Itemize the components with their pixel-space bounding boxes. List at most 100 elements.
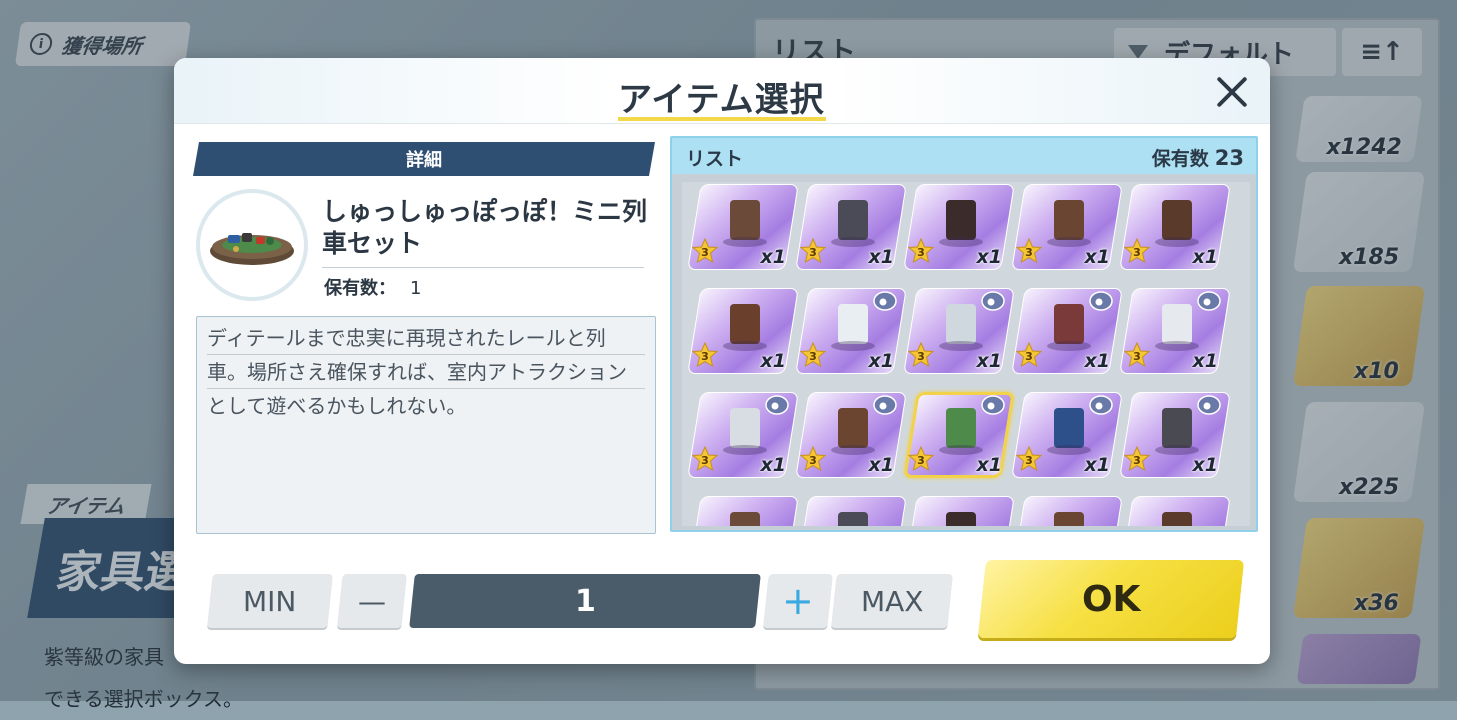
- owned-count-value: 1: [410, 278, 422, 299]
- list-item-mini-train[interactable]: 3 x1: [903, 392, 1015, 478]
- interaction-bubble-icon: [1197, 291, 1221, 311]
- rarity-star-icon: 3: [908, 342, 934, 368]
- item-art-icon: [730, 512, 760, 526]
- close-icon[interactable]: [1214, 74, 1250, 110]
- detail-tab-label: 詳細: [406, 150, 442, 171]
- rarity-value: 3: [1133, 246, 1141, 259]
- rarity-star-icon: 3: [800, 238, 826, 264]
- item-quantity: x1: [976, 350, 1002, 372]
- item-select-dialog: アイテム選択 詳細 しゅっしゅっぽっぽ！ミニ列車セット 保有数： 1 ディテールま…: [174, 58, 1270, 664]
- item-art-icon: [1054, 512, 1084, 526]
- list-title: リスト: [686, 148, 744, 170]
- rarity-star-icon: 3: [1016, 342, 1042, 368]
- rarity-value: 3: [1133, 350, 1141, 363]
- rarity-star-icon: 3: [1124, 446, 1150, 472]
- max-button-label: MAX: [860, 584, 924, 618]
- list-item-exercise-machine[interactable]: 3 x1: [1119, 288, 1231, 374]
- mini-train-icon: [196, 189, 308, 301]
- list-item-mirror-stand[interactable]: 3 x1: [687, 392, 799, 478]
- list-item-retro-tv[interactable]: 3 x1: [1119, 392, 1231, 478]
- item-art-icon: [946, 512, 976, 526]
- title-underline: [618, 117, 826, 121]
- item-quantity: x1: [1084, 350, 1110, 372]
- item-grid[interactable]: 3 x1 3 x1 3 x1 3 x1 3 x1 3 x1 3 x1 3 x1 3 x1 3 x1 3 x1 3 x1 3 x1 3…: [682, 182, 1250, 526]
- item-quantity: x1: [1192, 350, 1218, 372]
- item-list-panel: リスト 保有数 23 3 x1 3 x1 3 x1 3 x1 3 x1 3 x1 3 x1 3 x1 3 x1 3 x1…: [670, 136, 1258, 532]
- rarity-star-icon: 3: [908, 446, 934, 472]
- dialog-title: アイテム選択: [618, 80, 825, 120]
- rarity-value: 3: [701, 454, 709, 467]
- item-quantity: x1: [1192, 246, 1218, 268]
- list-item-bench-table[interactable]: 3 x1: [903, 288, 1015, 374]
- item-art-icon: [1162, 512, 1192, 526]
- divider: [322, 267, 644, 268]
- list-item-jukebox[interactable]: 3 x1: [795, 392, 907, 478]
- arched-window-icon: [1047, 200, 1091, 247]
- bird-statue-icon: [831, 200, 875, 247]
- rarity-value: 3: [809, 350, 817, 363]
- item-art-icon: [838, 512, 868, 526]
- list-item-tall-cabinet[interactable]: 3 x1: [687, 288, 799, 374]
- interaction-bubble-icon: [765, 395, 789, 415]
- list-item-speaker-set[interactable]: 3 x1: [1011, 392, 1123, 478]
- description-line: 車。場所さえ確保すれば、室内アトラクション: [207, 355, 645, 389]
- item-quantity: x1: [1084, 454, 1110, 476]
- quantity-field[interactable]: 1: [409, 574, 761, 628]
- rarity-star-icon: 3: [692, 446, 718, 472]
- rarity-value: 3: [701, 246, 709, 259]
- list-item-partial[interactable]: [1119, 496, 1231, 526]
- detail-tab: 詳細: [193, 142, 655, 176]
- description-line: として遊べるかもしれない。: [207, 394, 467, 418]
- rarity-value: 3: [917, 454, 925, 467]
- plus-icon: +: [782, 579, 814, 623]
- rarity-value: 3: [917, 246, 925, 259]
- rarity-value: 3: [1025, 246, 1033, 259]
- list-item-partial[interactable]: [687, 496, 799, 526]
- rarity-value: 3: [1133, 454, 1141, 467]
- item-quantity: x1: [868, 350, 894, 372]
- item-quantity: x1: [760, 350, 786, 372]
- rarity-value: 3: [1025, 454, 1033, 467]
- list-item-partial[interactable]: [1011, 496, 1123, 526]
- rarity-star-icon: 3: [800, 446, 826, 472]
- rarity-star-icon: 3: [692, 342, 718, 368]
- item-quantity: x1: [868, 454, 894, 476]
- list-count-label: 保有数: [1151, 148, 1209, 170]
- rarity-star-icon: 3: [800, 342, 826, 368]
- list-item-arched-window[interactable]: 3 x1: [1011, 184, 1123, 270]
- bookshelf-icon: [1155, 200, 1199, 247]
- item-quantity: x1: [1192, 454, 1218, 476]
- interaction-bubble-icon: [1089, 291, 1113, 311]
- minus-button[interactable]: —: [337, 574, 407, 628]
- min-button-label: MIN: [243, 584, 297, 618]
- list-item-painting-set[interactable]: 3 x1: [687, 184, 799, 270]
- minus-icon: —: [358, 584, 386, 618]
- rarity-value: 3: [809, 454, 817, 467]
- owned-count: 保有数： 1: [324, 274, 421, 300]
- description-line: ディテールまで忠実に再現されたレールと列: [207, 321, 645, 355]
- painting-set-icon: [723, 200, 767, 247]
- list-item-partial[interactable]: [903, 496, 1015, 526]
- rarity-star-icon: 3: [1124, 342, 1150, 368]
- list-count-value: 23: [1214, 146, 1244, 170]
- interaction-bubble-icon: [981, 291, 1005, 311]
- item-description: ディテールまで忠実に再現されたレールと列 車。場所さえ確保すれば、室内アトラクシ…: [196, 316, 656, 534]
- quantity-value: 1: [574, 583, 596, 619]
- item-quantity: x1: [976, 454, 1002, 476]
- ok-button[interactable]: OK: [977, 560, 1245, 638]
- min-button[interactable]: MIN: [207, 574, 333, 628]
- rarity-star-icon: 3: [1016, 238, 1042, 264]
- plus-button[interactable]: +: [763, 574, 833, 628]
- list-item-net-stand[interactable]: 3 x1: [1011, 288, 1123, 374]
- item-name: しゅっしゅっぽっぽ！ミニ列車セット: [322, 197, 648, 258]
- item-quantity: x1: [760, 246, 786, 268]
- list-item-snowman-table[interactable]: 3 x1: [795, 288, 907, 374]
- interaction-bubble-icon: [1089, 395, 1113, 415]
- list-item-bird-statue[interactable]: 3 x1: [795, 184, 907, 270]
- list-item-bookshelf[interactable]: 3 x1: [1119, 184, 1231, 270]
- item-quantity: x1: [868, 246, 894, 268]
- list-item-partial[interactable]: [795, 496, 907, 526]
- list-item-wall-banner[interactable]: 3 x1: [903, 184, 1015, 270]
- interaction-bubble-icon: [873, 291, 897, 311]
- max-button[interactable]: MAX: [831, 574, 953, 628]
